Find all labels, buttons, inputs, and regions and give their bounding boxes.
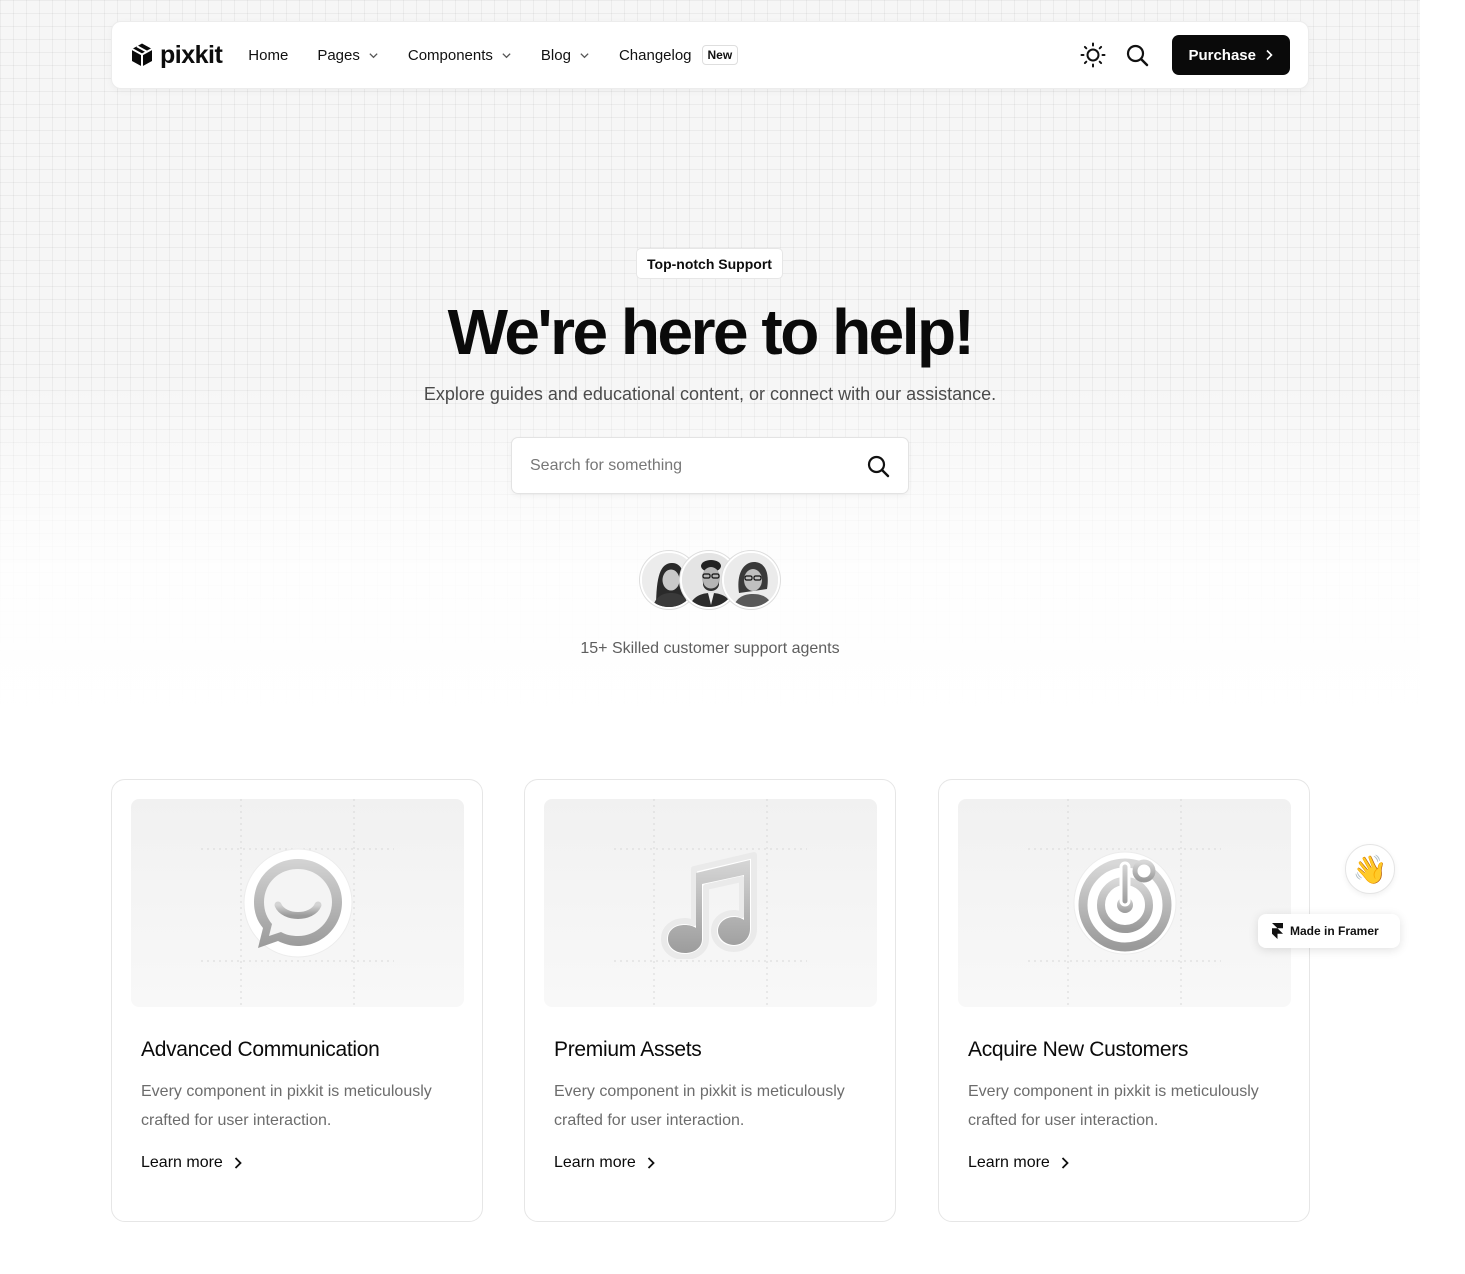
nav-item-label: Home — [248, 46, 289, 64]
card-illustration — [958, 799, 1291, 1007]
nav-links: Home Pages Components Blog Changelog New — [248, 45, 739, 65]
chevron-down-icon — [580, 52, 589, 58]
nav-actions: Purchase — [1080, 35, 1290, 75]
chevron-right-icon — [647, 1157, 655, 1169]
hero-title: We're here to help! — [447, 296, 975, 368]
nav-item-pages[interactable]: Pages — [317, 47, 379, 64]
theme-toggle-button[interactable] — [1080, 42, 1106, 68]
help-search-box — [511, 437, 909, 494]
music-note-icon — [661, 852, 757, 959]
learn-more-label: Learn more — [554, 1154, 636, 1171]
nav-item-blog[interactable]: Blog — [541, 47, 590, 64]
feature-card: Advanced Communication Every component i… — [111, 779, 483, 1222]
nav-item-label: Pages — [317, 46, 360, 64]
card-title: Premium Assets — [554, 1038, 702, 1061]
agents-count-text: 15+ Skilled customer support agents — [580, 640, 840, 657]
help-search-input[interactable] — [530, 456, 866, 475]
card-description: Every component in pixkit is meticulousl… — [968, 1083, 1259, 1129]
chevron-down-icon — [369, 52, 378, 58]
card-illustration — [544, 799, 877, 1007]
nav-search-button[interactable] — [1124, 42, 1150, 68]
person-avatar-icon — [724, 553, 778, 607]
cube-logo-icon — [131, 43, 153, 67]
learn-more-link[interactable]: Learn more — [554, 1154, 656, 1172]
card-description: Every component in pixkit is meticulousl… — [554, 1083, 845, 1129]
nav-item-label: Components — [407, 46, 493, 64]
framer-logo-icon — [1272, 923, 1283, 939]
nav-item-label: Changelog — [618, 46, 692, 64]
feature-card: Acquire New Customers Every component in… — [938, 779, 1310, 1222]
sun-icon — [1080, 42, 1106, 68]
card-title: Acquire New Customers — [968, 1038, 1189, 1061]
nav-item-components[interactable]: Components — [408, 47, 512, 64]
nav-item-changelog[interactable]: Changelog New — [618, 45, 739, 65]
chevron-right-icon — [234, 1157, 242, 1169]
chevron-right-icon — [1061, 1157, 1069, 1169]
top-navbar: pixkit Home Pages Components Blog Change… — [111, 21, 1309, 89]
card-description: Every component in pixkit is meticulousl… — [141, 1083, 432, 1129]
learn-more-link[interactable]: Learn more — [141, 1154, 243, 1172]
chevron-right-icon — [1266, 49, 1273, 61]
search-icon[interactable] — [866, 454, 890, 478]
purchase-label: Purchase — [1188, 46, 1256, 64]
chat-bubble-icon — [243, 848, 353, 958]
chevron-down-icon — [502, 52, 511, 58]
avatar — [722, 551, 780, 609]
waving-hand-icon: 👋 — [1352, 853, 1388, 885]
learn-more-label: Learn more — [968, 1154, 1050, 1171]
learn-more-link[interactable]: Learn more — [968, 1154, 1070, 1172]
card-title: Advanced Communication — [141, 1038, 380, 1061]
search-icon — [1127, 44, 1149, 67]
support-tag: Top-notch Support — [636, 248, 783, 279]
logo-text: pixkit — [160, 40, 223, 69]
feature-card: Premium Assets Every component in pixkit… — [524, 779, 896, 1222]
agent-avatars — [640, 551, 782, 609]
wave-button[interactable]: 👋 — [1345, 844, 1395, 894]
nav-item-home[interactable]: Home — [248, 47, 288, 64]
logo[interactable]: pixkit — [130, 40, 223, 70]
made-in-framer-badge[interactable]: Made in Framer — [1258, 914, 1400, 948]
target-icon — [1073, 851, 1177, 955]
card-illustration — [131, 799, 464, 1007]
new-badge: New — [701, 45, 739, 65]
hero-subtitle: Explore guides and educational content, … — [423, 384, 997, 404]
framer-badge-label: Made in Framer — [1290, 924, 1379, 938]
learn-more-label: Learn more — [141, 1154, 223, 1171]
purchase-button[interactable]: Purchase — [1172, 35, 1290, 75]
nav-item-label: Blog — [540, 46, 571, 64]
hero-fade-overlay — [0, 380, 1420, 720]
